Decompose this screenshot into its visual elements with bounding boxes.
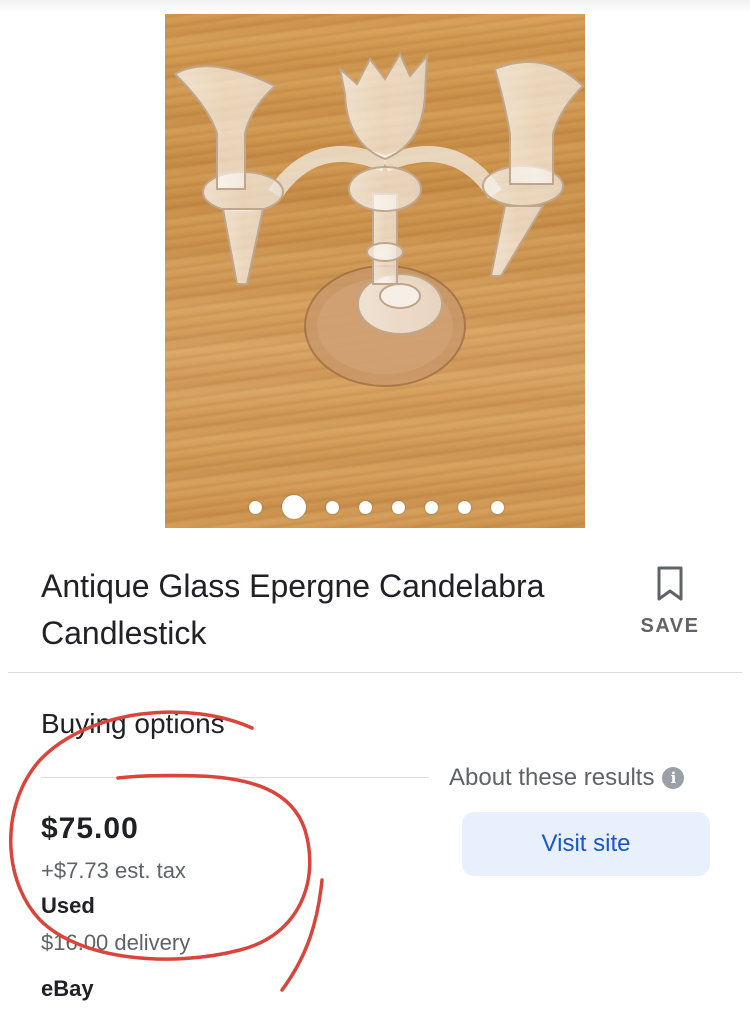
product-title: Antique Glass Epergne Candelabra Candles… [41,568,545,651]
info-icon: i [662,767,685,789]
about-results-label: About these results [449,764,655,791]
offer-delivery: $16.00 delivery [41,930,191,955]
carousel-dot[interactable] [325,500,339,514]
save-button[interactable]: SAVE [630,563,710,638]
about-results-link[interactable]: About these results i [449,764,685,792]
offer-divider [41,777,429,778]
section-divider [8,672,742,673]
visit-site-button[interactable]: Visit site [462,812,710,876]
carousel-dot[interactable] [490,500,504,514]
buying-options-heading: Buying options [41,708,225,739]
carousel-dot-active[interactable] [281,495,306,519]
carousel-dot[interactable] [358,500,372,514]
offer-tax: +$7.73 est. tax [41,858,186,883]
bookmark-icon [657,566,683,601]
candelabra-illustration [173,51,585,387]
carousel-dot[interactable] [248,500,262,514]
save-label: SAVE [640,615,700,637]
product-image[interactable] [165,14,585,528]
carousel-dot[interactable] [391,500,405,514]
offer-price: $75.00 [41,812,139,845]
top-bar-shadow [0,0,750,14]
carousel-dot[interactable] [457,500,471,514]
carousel-dot[interactable] [424,500,438,514]
offer-seller: eBay [41,976,94,1001]
offer-condition: Used [41,893,95,918]
image-carousel-dots [165,492,585,522]
